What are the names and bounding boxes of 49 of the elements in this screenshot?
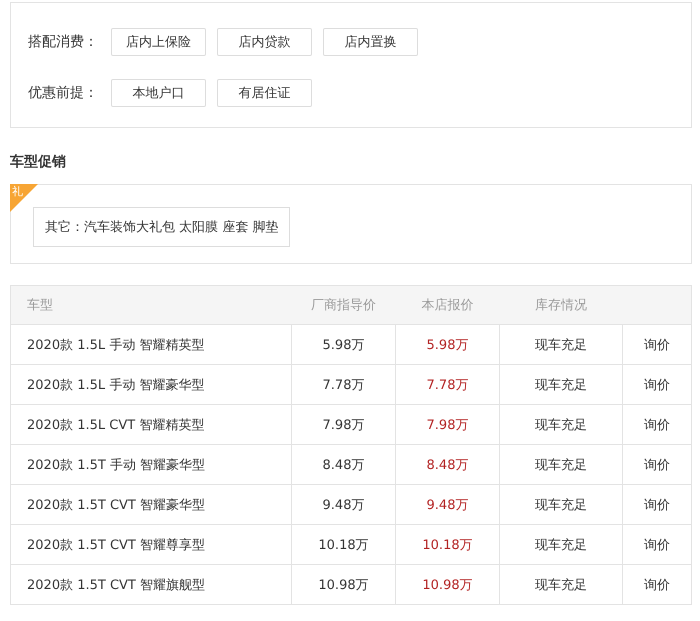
option-label: 优惠前提： xyxy=(28,84,99,102)
inquiry-link[interactable]: 询价 xyxy=(644,418,670,432)
option-tag[interactable]: 店内贷款 xyxy=(217,28,312,56)
column-header: 厂商指导价 xyxy=(292,286,396,324)
price-cell: 7.98万 xyxy=(396,404,500,444)
promo-text: 其它：汽车装饰大礼包 太阳膜 座套 脚垫 xyxy=(33,207,290,247)
option-label: 搭配消费： xyxy=(28,33,99,51)
column-header: 本店报价 xyxy=(396,286,500,324)
inquiry-link[interactable]: 询价 xyxy=(644,498,670,512)
stock-cell: 现车充足 xyxy=(500,484,622,524)
model-cell: 2020款 1.5T CVT 智耀旗舰型 xyxy=(10,564,292,604)
option-tag[interactable]: 有居住证 xyxy=(217,79,312,107)
column-header: 库存情况 xyxy=(500,286,622,324)
stock-cell: 现车充足 xyxy=(500,404,622,444)
gift-corner-badge: 礼 xyxy=(10,184,38,212)
model-cell: 2020款 1.5L CVT 智耀精英型 xyxy=(10,404,292,444)
msrp-cell: 7.98万 xyxy=(292,404,396,444)
inquiry-link[interactable]: 询价 xyxy=(644,378,670,392)
price-cell: 7.78万 xyxy=(396,364,500,404)
column-header: 车型 xyxy=(10,286,292,324)
inquiry-link[interactable]: 询价 xyxy=(644,578,670,592)
msrp-cell: 9.48万 xyxy=(292,484,396,524)
msrp-cell: 10.98万 xyxy=(292,564,396,604)
stock-cell: 现车充足 xyxy=(500,564,622,604)
stock-cell: 现车充足 xyxy=(500,324,622,364)
stock-cell: 现车充足 xyxy=(500,444,622,484)
price-cell: 5.98万 xyxy=(396,324,500,364)
stock-cell: 现车充足 xyxy=(500,524,622,564)
msrp-cell: 8.48万 xyxy=(292,444,396,484)
option-tag[interactable]: 店内上保险 xyxy=(111,28,206,56)
model-cell: 2020款 1.5L 手动 智耀豪华型 xyxy=(10,364,292,404)
msrp-cell: 7.78万 xyxy=(292,364,396,404)
model-cell: 2020款 1.5L 手动 智耀精英型 xyxy=(10,324,292,364)
model-cell: 2020款 1.5T CVT 智耀尊享型 xyxy=(10,524,292,564)
option-tag[interactable]: 店内置换 xyxy=(323,28,418,56)
msrp-cell: 5.98万 xyxy=(292,324,396,364)
inquiry-link[interactable]: 询价 xyxy=(644,338,670,352)
msrp-cell: 10.18万 xyxy=(292,524,396,564)
price-cell: 10.98万 xyxy=(396,564,500,604)
price-cell: 9.48万 xyxy=(396,484,500,524)
model-cell: 2020款 1.5T 手动 智耀豪华型 xyxy=(10,444,292,484)
price-cell: 10.18万 xyxy=(396,524,500,564)
inquiry-link[interactable]: 询价 xyxy=(644,538,670,552)
stock-cell: 现车充足 xyxy=(500,364,622,404)
inquiry-link[interactable]: 询价 xyxy=(644,458,670,472)
option-tag[interactable]: 本地户口 xyxy=(111,79,206,107)
model-cell: 2020款 1.5T CVT 智耀豪华型 xyxy=(10,484,292,524)
price-cell: 8.48万 xyxy=(396,444,500,484)
section-title: 车型促销 xyxy=(10,153,67,172)
